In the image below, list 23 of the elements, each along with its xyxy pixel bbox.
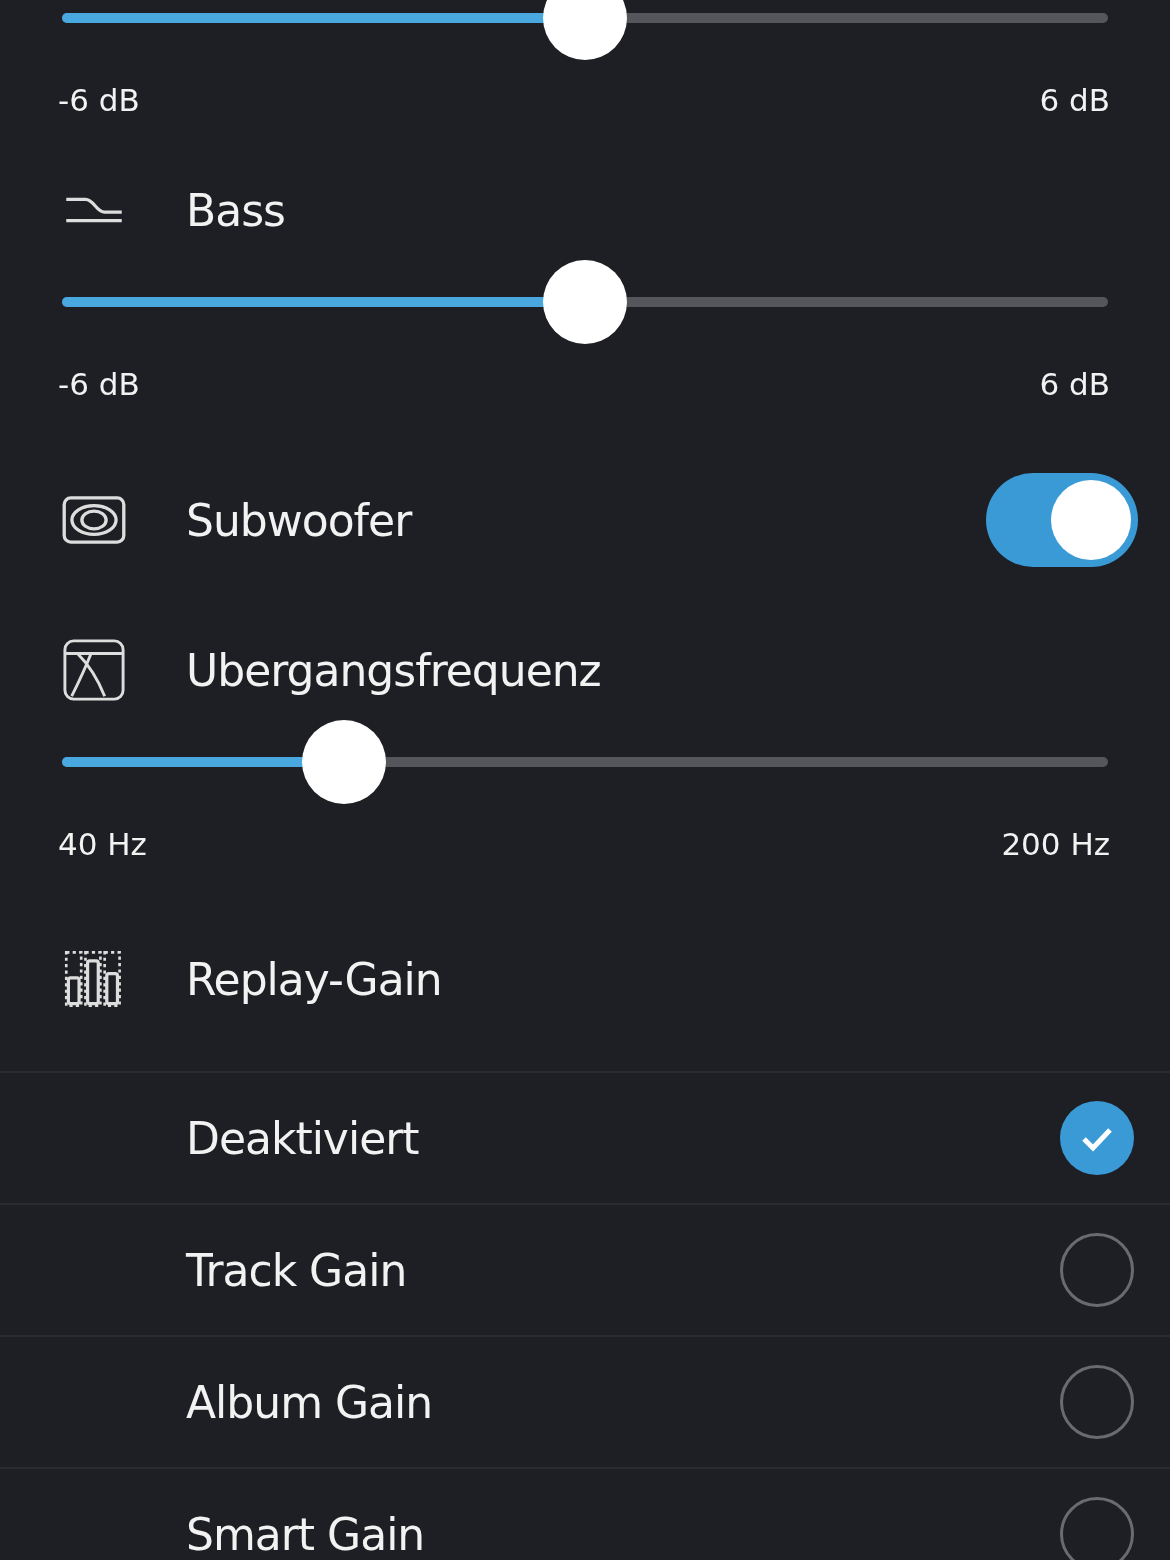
min-label: -6 dB (58, 81, 140, 120)
option-row[interactable]: Track Gain (0, 1205, 1170, 1337)
option-label: Track Gain (186, 1244, 407, 1296)
option-row[interactable]: Album Gain (0, 1337, 1170, 1469)
max-label: 6 dB (1039, 81, 1110, 120)
setting-label: Replay-Gain (186, 953, 442, 1005)
radio-circle[interactable] (1059, 1232, 1135, 1308)
check-icon[interactable] (1059, 1100, 1135, 1176)
setting-label: Ubergangsfrequenz (186, 644, 601, 696)
min-label: -6 dB (58, 365, 140, 404)
option-label: Deaktiviert (186, 1112, 419, 1164)
slider-thumb[interactable] (543, 0, 627, 60)
crossover-icon (62, 638, 126, 702)
setting-label: Subwoofer (186, 494, 412, 546)
radio-circle[interactable] (1059, 1364, 1135, 1440)
min-label: 40 Hz (58, 825, 147, 864)
setting-label: Bass (186, 184, 285, 236)
option-label: Smart Gain (186, 1508, 425, 1560)
option-row[interactable]: Smart Gain (0, 1469, 1170, 1560)
max-label: 6 dB (1039, 365, 1110, 404)
option-row[interactable]: Deaktiviert (0, 1073, 1170, 1205)
option-label: Album Gain (186, 1376, 433, 1428)
max-label: 200 Hz (1001, 825, 1110, 864)
